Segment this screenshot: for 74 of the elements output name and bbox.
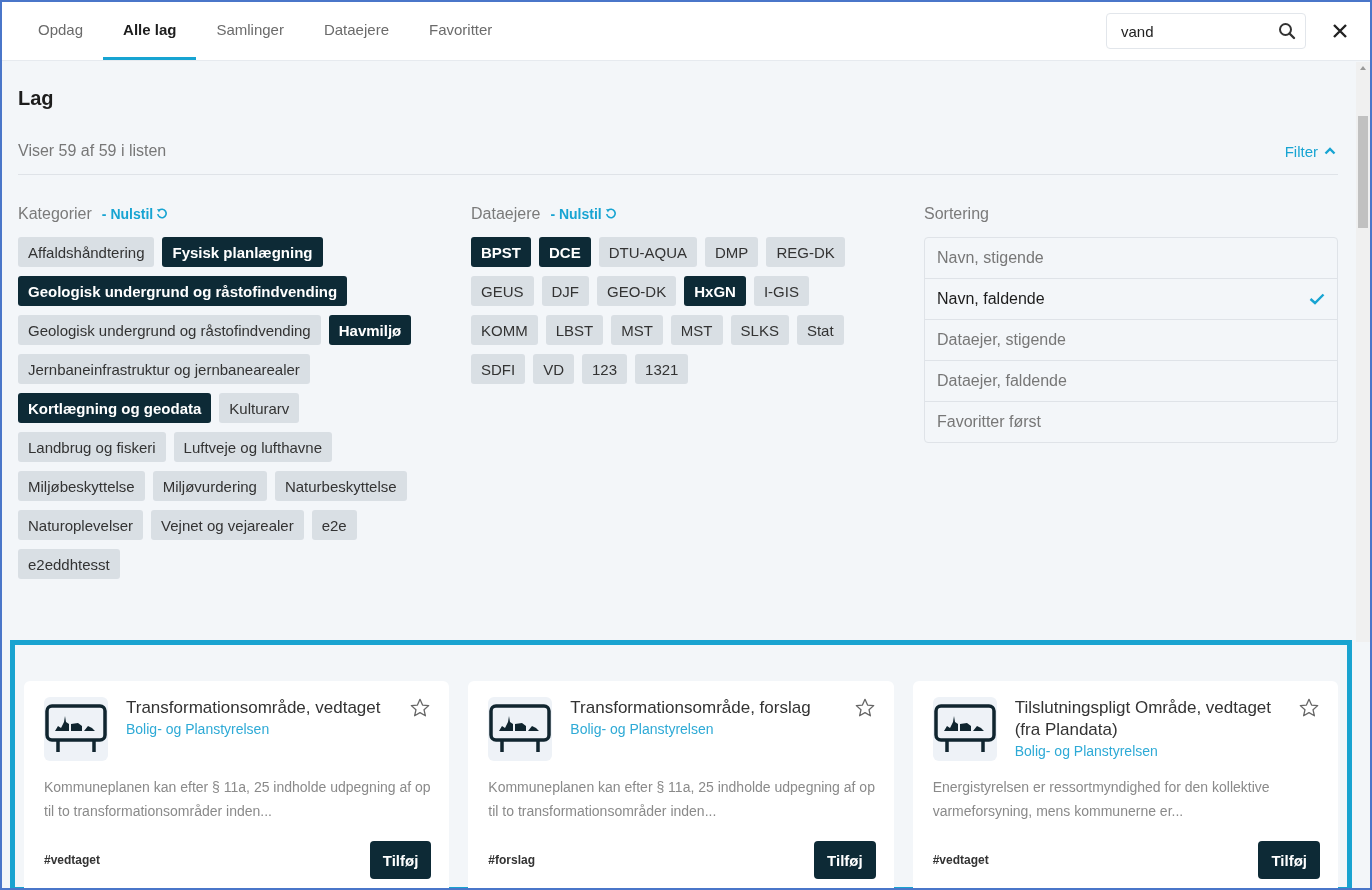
card-description: Kommuneplanen kan efter § 11a, 25 indholde udpegning af op til to transformationsområder inden...	[44, 778, 432, 821]
filter-chip[interactable]: MST	[611, 315, 663, 345]
section-title: Lag	[18, 87, 55, 110]
close-icon	[1332, 23, 1348, 39]
filter-chip[interactable]: Miljøbeskyttelse	[18, 471, 145, 501]
check-icon	[1309, 293, 1325, 305]
card-description: Energistyrelsen er ressortmyndighed for den kollektive varmeforsyning, mens kommunerne er...	[932, 778, 1271, 821]
reset-icon	[156, 208, 169, 220]
filter-chip[interactable]: VD	[533, 354, 574, 384]
billboard-icon	[932, 697, 997, 761]
add-button[interactable]: Tilføj	[1258, 841, 1320, 879]
card-tag: #vedtaget	[932, 853, 989, 867]
filter-chip[interactable]: DMP	[705, 237, 759, 267]
filter-chip[interactable]: Affaldshåndtering	[18, 237, 155, 267]
filter-label: Dataejere	[471, 205, 541, 223]
nav-tab[interactable]: Opdag	[18, 2, 104, 60]
filter-chip[interactable]: Geologisk undergrund og råstofindvending	[18, 276, 348, 306]
filter-chip[interactable]: Fysisk planlægning	[162, 237, 323, 267]
card-title: Transformationsområde, vedtaget	[126, 697, 382, 719]
reset-icon	[604, 208, 617, 220]
nav-tab[interactable]: Samlinger	[196, 2, 304, 60]
filter-chip[interactable]: DTU-AQUA	[598, 237, 698, 267]
filter-chip[interactable]: Vejnet og vejarealer	[151, 510, 304, 540]
nav-tab[interactable]: Dataejere	[303, 2, 409, 60]
filter-chip[interactable]: e2e	[311, 510, 357, 540]
billboard-icon	[488, 697, 553, 761]
card-title: Transformationsområde, forslag	[570, 697, 812, 719]
sort-option[interactable]: Navn, faldende	[925, 278, 1337, 319]
filter-chip[interactable]: e2eddhtesst	[18, 549, 120, 579]
nav-tab[interactable]: Alle lag	[103, 2, 197, 60]
filter-chip[interactable]: Naturbeskyttelse	[274, 471, 407, 501]
scrollbar[interactable]	[1356, 62, 1370, 642]
filter-chip[interactable]: Naturoplevelser	[18, 510, 144, 540]
add-button[interactable]: Tilføj	[369, 841, 432, 879]
filter-chip[interactable]: Miljøvurdering	[152, 471, 267, 501]
sort-option[interactable]: Dataejer, faldende	[925, 360, 1337, 401]
filter-chip[interactable]: Luftveje og lufthavne	[173, 432, 333, 462]
filter-label: Kategorier	[18, 205, 92, 223]
sort-option[interactable]: Navn, stigende	[925, 238, 1337, 278]
filter-chip[interactable]: REG-DK	[766, 237, 845, 267]
filter-chip[interactable]: GEO-DK	[597, 276, 677, 306]
filter-chip[interactable]: Landbrug og fiskeri	[18, 432, 166, 462]
search-icon	[1278, 22, 1296, 40]
filter-chip[interactable]: Geologisk undergrund og råstofindvending	[18, 315, 321, 345]
filter-chip[interactable]: DCE	[539, 237, 591, 267]
filter-chip[interactable]: Kulturarv	[219, 393, 300, 423]
filter-chip[interactable]: Stat	[796, 315, 844, 345]
filter-chip[interactable]: LBST	[545, 315, 604, 345]
search-field[interactable]: vand	[1106, 13, 1306, 49]
filter-chip[interactable]: 1321	[635, 354, 689, 384]
filter-chip[interactable]: SLKS	[730, 315, 789, 345]
filter-chip[interactable]: Havmiljø	[328, 315, 412, 345]
add-button[interactable]: Tilføj	[814, 841, 876, 879]
billboard-icon	[44, 697, 108, 761]
filter-chip[interactable]: SDFI	[471, 354, 526, 384]
filter-label: Sortering	[924, 205, 989, 223]
sort-option[interactable]: Dataejer, stigende	[925, 319, 1337, 360]
filter-chip[interactable]: DJF	[541, 276, 589, 306]
sort-option[interactable]: Favoritter først	[925, 401, 1337, 442]
filter-chip[interactable]: Jernbaneinfrastruktur og jernbanearealer	[18, 354, 310, 384]
filter-chip[interactable]: KOMM	[471, 315, 538, 345]
filter-chip[interactable]: Kortlægning og geodata	[18, 393, 212, 423]
filter-chip[interactable]: 123	[582, 354, 628, 384]
filter-chip[interactable]: BPST	[471, 237, 531, 267]
result-count: Viser 59 af 59 i listen	[18, 142, 167, 160]
card-tag: #vedtaget	[44, 853, 101, 867]
filter-chip[interactable]: GEUS	[471, 276, 534, 306]
card-description: Kommuneplanen kan efter § 11a, 25 indholde udpegning af op til to transformationsområder inden...	[488, 778, 876, 821]
card-tag: #forslag	[488, 853, 535, 867]
filter-chip[interactable]: I-GIS	[753, 276, 809, 306]
nav-tab[interactable]: Favoritter	[409, 2, 513, 60]
filter-chip[interactable]: MST	[670, 315, 723, 345]
card-title: Tilslutningspligt Område, vedtaget (fra Plandata)	[1014, 697, 1273, 741]
filter-chip[interactable]: HxGN	[684, 276, 746, 306]
